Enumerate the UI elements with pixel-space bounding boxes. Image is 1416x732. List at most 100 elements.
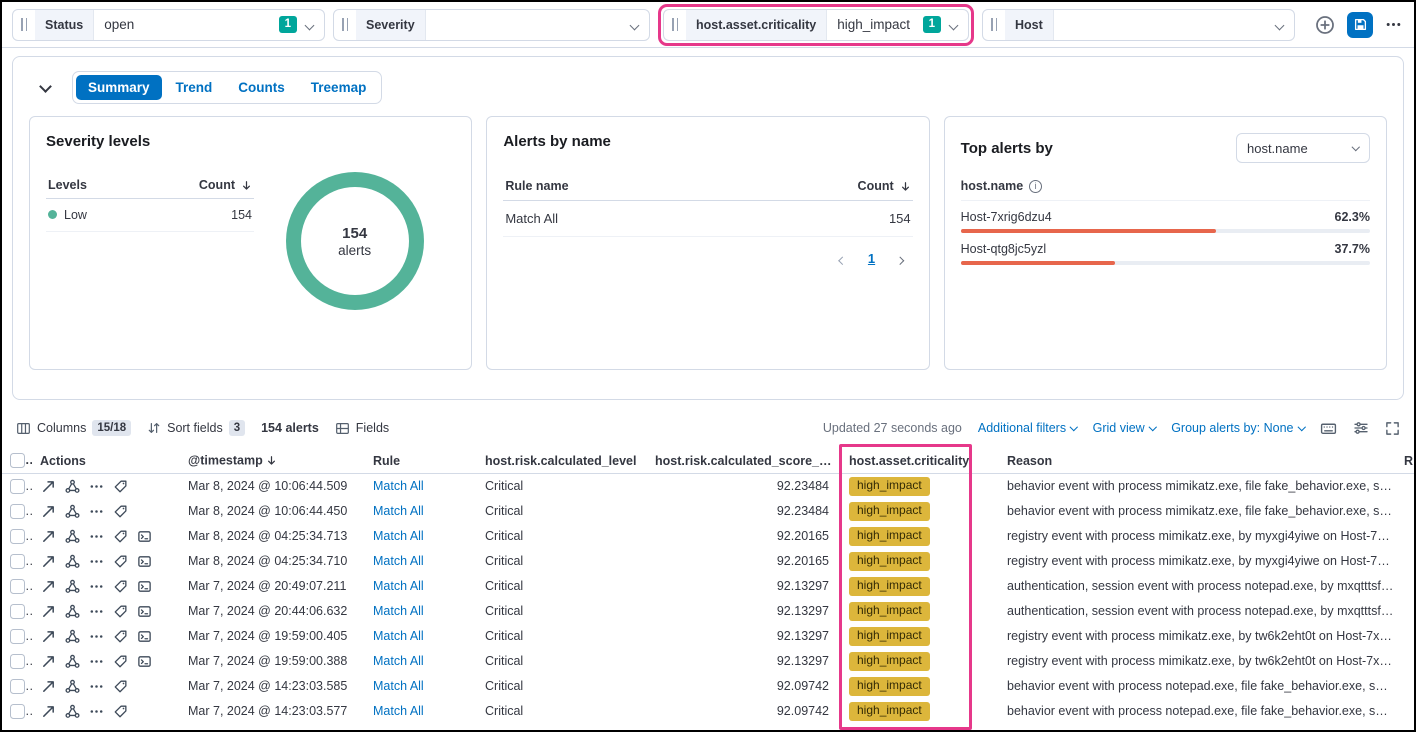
row-checkbox[interactable] <box>10 579 25 594</box>
timeline-icon[interactable] <box>112 553 128 569</box>
session-view-icon[interactable] <box>136 628 152 644</box>
analyze-event-icon[interactable] <box>64 503 80 519</box>
expand-alert-icon[interactable] <box>40 678 56 694</box>
criticality-column-header[interactable]: host.asset.criticality <box>841 448 999 474</box>
row-checkbox[interactable] <box>10 529 25 544</box>
drag-handle-icon[interactable] <box>983 18 1005 31</box>
more-menu-icon[interactable] <box>1385 16 1402 33</box>
analyze-event-icon[interactable] <box>64 603 80 619</box>
more-actions-icon[interactable] <box>88 628 104 644</box>
timeline-icon[interactable] <box>112 528 128 544</box>
analyze-event-icon[interactable] <box>64 528 80 544</box>
group-alerts-by-button[interactable]: Group alerts by: None <box>1171 421 1304 435</box>
add-filter-icon[interactable] <box>1315 15 1335 35</box>
expand-alert-icon[interactable] <box>40 603 56 619</box>
timeline-icon[interactable] <box>112 503 128 519</box>
rule-link[interactable]: Match All <box>373 554 424 568</box>
more-actions-icon[interactable] <box>88 703 104 719</box>
timeline-icon[interactable] <box>112 603 128 619</box>
timeline-icon[interactable] <box>112 678 128 694</box>
session-view-icon[interactable] <box>136 603 152 619</box>
timeline-icon[interactable] <box>112 578 128 594</box>
row-checkbox[interactable] <box>10 554 25 569</box>
chevron-down-icon[interactable] <box>306 17 313 32</box>
risk-score-column-header[interactable]: host.risk.calculated_score_no... <box>647 448 841 474</box>
expand-alert-icon[interactable] <box>40 528 56 544</box>
previous-page-icon[interactable] <box>840 251 846 266</box>
more-actions-icon[interactable] <box>88 653 104 669</box>
session-view-icon[interactable] <box>136 578 152 594</box>
filter-host[interactable]: Host <box>982 9 1295 41</box>
chevron-down-icon[interactable] <box>950 17 957 32</box>
rule-link[interactable]: Match All <box>373 579 424 593</box>
analyze-event-icon[interactable] <box>64 628 80 644</box>
expand-alert-icon[interactable] <box>40 578 56 594</box>
more-actions-icon[interactable] <box>88 503 104 519</box>
tab-counts[interactable]: Counts <box>226 75 297 100</box>
expand-alert-icon[interactable] <box>40 653 56 669</box>
analyze-event-icon[interactable] <box>64 653 80 669</box>
timeline-icon[interactable] <box>112 478 128 494</box>
expand-alert-icon[interactable] <box>40 478 56 494</box>
row-checkbox[interactable] <box>10 654 25 669</box>
reason-column-header[interactable]: Reason <box>999 448 1402 474</box>
rule-link[interactable]: Match All <box>373 604 424 618</box>
grid-view-button[interactable]: Grid view <box>1093 421 1156 435</box>
more-actions-icon[interactable] <box>88 578 104 594</box>
row-checkbox[interactable] <box>10 504 25 519</box>
tab-trend[interactable]: Trend <box>164 75 225 100</box>
session-view-icon[interactable] <box>136 653 152 669</box>
chevron-down-icon[interactable] <box>1276 17 1283 32</box>
timeline-icon[interactable] <box>112 628 128 644</box>
page-number[interactable]: 1 <box>868 251 875 266</box>
rule-link[interactable]: Match All <box>373 479 424 493</box>
analyze-event-icon[interactable] <box>64 553 80 569</box>
expand-alert-icon[interactable] <box>40 503 56 519</box>
columns-button[interactable]: Columns 15/18 <box>16 420 131 436</box>
rule-link[interactable]: Match All <box>373 704 424 718</box>
tab-treemap[interactable]: Treemap <box>299 75 379 100</box>
chevron-down-icon[interactable] <box>631 17 638 32</box>
more-actions-icon[interactable] <box>88 478 104 494</box>
row-checkbox[interactable] <box>10 604 25 619</box>
timeline-icon[interactable] <box>112 703 128 719</box>
timestamp-column-header[interactable]: @timestamp <box>180 448 365 474</box>
drag-handle-icon[interactable] <box>664 18 686 31</box>
session-view-icon[interactable] <box>136 528 152 544</box>
rule-column-header[interactable]: Rule <box>365 448 477 474</box>
timeline-icon[interactable] <box>112 653 128 669</box>
collapse-chevron-icon[interactable] <box>37 81 54 95</box>
select-all-checkbox[interactable] <box>10 453 25 468</box>
rule-link[interactable]: Match All <box>373 504 424 518</box>
next-page-icon[interactable] <box>897 251 903 266</box>
rule-link[interactable]: Match All <box>373 529 424 543</box>
info-icon[interactable] <box>1029 180 1042 193</box>
filter-status[interactable]: Status open 1 <box>12 9 325 41</box>
expand-alert-icon[interactable] <box>40 703 56 719</box>
fullscreen-icon[interactable] <box>1385 421 1400 436</box>
analyze-event-icon[interactable] <box>64 678 80 694</box>
row-checkbox[interactable] <box>10 629 25 644</box>
display-options-icon[interactable] <box>1353 420 1369 436</box>
save-button[interactable] <box>1347 12 1373 38</box>
drag-handle-icon[interactable] <box>13 18 35 31</box>
filter-severity[interactable]: Severity <box>333 9 650 41</box>
analyze-event-icon[interactable] <box>64 578 80 594</box>
row-checkbox[interactable] <box>10 479 25 494</box>
risk-level-column-header[interactable]: host.risk.calculated_level <box>477 448 647 474</box>
rule-link[interactable]: Match All <box>373 629 424 643</box>
more-actions-icon[interactable] <box>88 678 104 694</box>
rule-link[interactable]: Match All <box>373 679 424 693</box>
more-actions-icon[interactable] <box>88 528 104 544</box>
sort-fields-button[interactable]: Sort fields 3 <box>147 420 245 436</box>
row-checkbox[interactable] <box>10 679 25 694</box>
row-checkbox[interactable] <box>10 704 25 719</box>
tab-summary[interactable]: Summary <box>76 75 162 100</box>
fields-button[interactable]: Fields <box>335 421 389 436</box>
top-alerts-field-select[interactable]: host.name <box>1236 133 1370 163</box>
drag-handle-icon[interactable] <box>334 18 356 31</box>
additional-filters-button[interactable]: Additional filters <box>978 421 1077 435</box>
analyze-event-icon[interactable] <box>64 703 80 719</box>
session-view-icon[interactable] <box>136 553 152 569</box>
rule-link[interactable]: Match All <box>373 654 424 668</box>
